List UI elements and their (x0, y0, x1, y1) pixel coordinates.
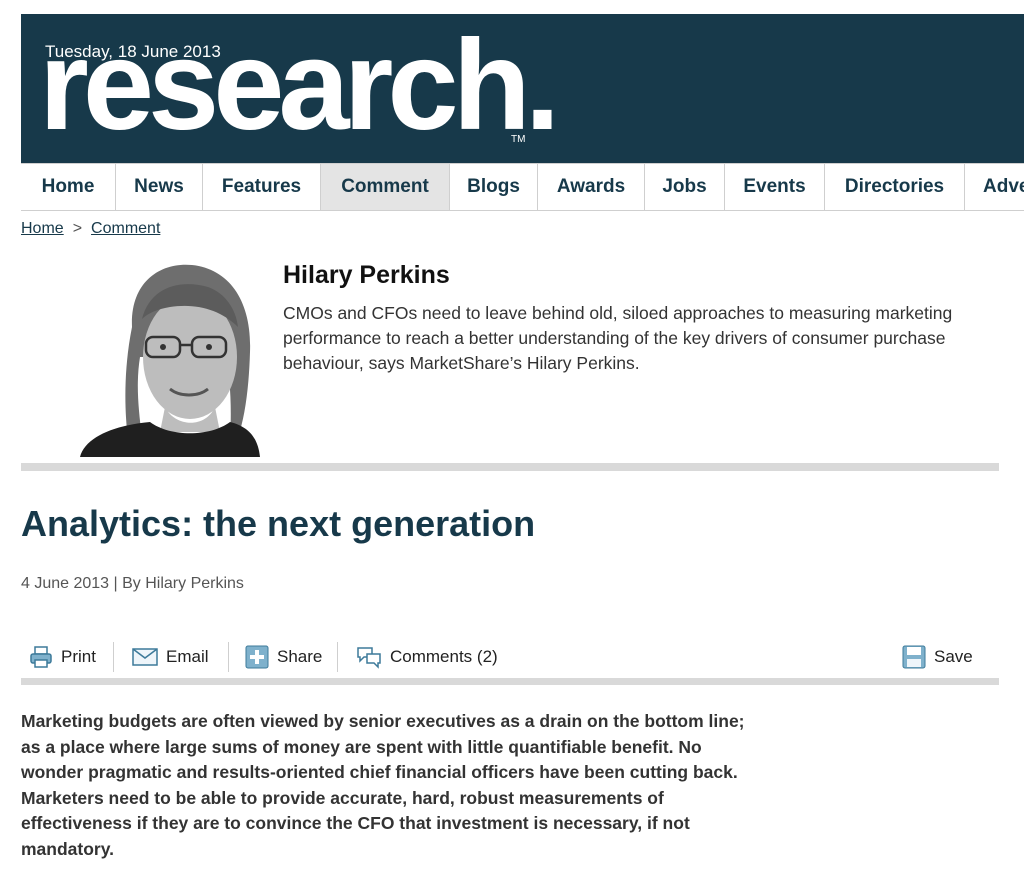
author-blurb: CMOs and CFOs need to leave behind old, … (283, 303, 953, 373)
toolbar-divider (337, 642, 338, 672)
trademark-mark: TM (511, 134, 526, 145)
toolbar-divider-bar (21, 678, 999, 685)
nav-item-events[interactable]: Events (725, 164, 825, 210)
nav-item-directories[interactable]: Directories (825, 164, 965, 210)
breadcrumb: Home > Comment (21, 220, 160, 238)
floppy-disk-icon (902, 645, 926, 669)
nav-item-jobs[interactable]: Jobs (645, 164, 725, 210)
comments-button[interactable]: Comments (2) (356, 640, 498, 674)
site-logo[interactable]: research. (39, 22, 560, 150)
share-button[interactable]: Share (245, 640, 322, 674)
masthead: Tuesday, 18 June 2013 research. TM (21, 14, 1024, 163)
print-label: Print (61, 647, 96, 666)
envelope-icon (132, 647, 158, 667)
share-label: Share (277, 647, 323, 666)
section-divider (21, 463, 999, 471)
printer-icon (29, 645, 53, 669)
plus-icon (245, 645, 269, 669)
nav-item-blogs[interactable]: Blogs (450, 164, 538, 210)
article-lead: Marketing budgets are often viewed by se… (21, 711, 745, 859)
article-byline: 4 June 2013 | By Hilary Perkins (21, 575, 244, 592)
nav-item-awards[interactable]: Awards (538, 164, 645, 210)
breadcrumb-separator: > (72, 220, 83, 237)
nav-item-advertise[interactable]: Adve (965, 164, 1024, 210)
speech-bubble-icon (356, 645, 382, 669)
article-toolbar: Print Email Share Comments (2) Save (21, 640, 999, 676)
comments-label: Comments (2) (390, 647, 498, 666)
article-title: Analytics: the next generation (21, 503, 536, 544)
toolbar-divider (228, 642, 229, 672)
save-label: Save (934, 647, 973, 666)
nav-item-features[interactable]: Features (203, 164, 321, 210)
breadcrumb-comment-link[interactable]: Comment (91, 220, 160, 237)
email-button[interactable]: Email (132, 640, 209, 674)
author-photo (80, 257, 260, 457)
save-button[interactable]: Save (902, 640, 973, 674)
print-button[interactable]: Print (29, 640, 96, 674)
nav-item-home[interactable]: Home (21, 164, 116, 210)
nav-item-comment[interactable]: Comment (321, 164, 450, 210)
toolbar-divider (113, 642, 114, 672)
nav-item-news[interactable]: News (116, 164, 203, 210)
breadcrumb-home-link[interactable]: Home (21, 220, 64, 237)
email-label: Email (166, 647, 209, 666)
main-nav: Home News Features Comment Blogs Awards … (21, 163, 1024, 211)
author-name: Hilary Perkins (283, 261, 450, 289)
